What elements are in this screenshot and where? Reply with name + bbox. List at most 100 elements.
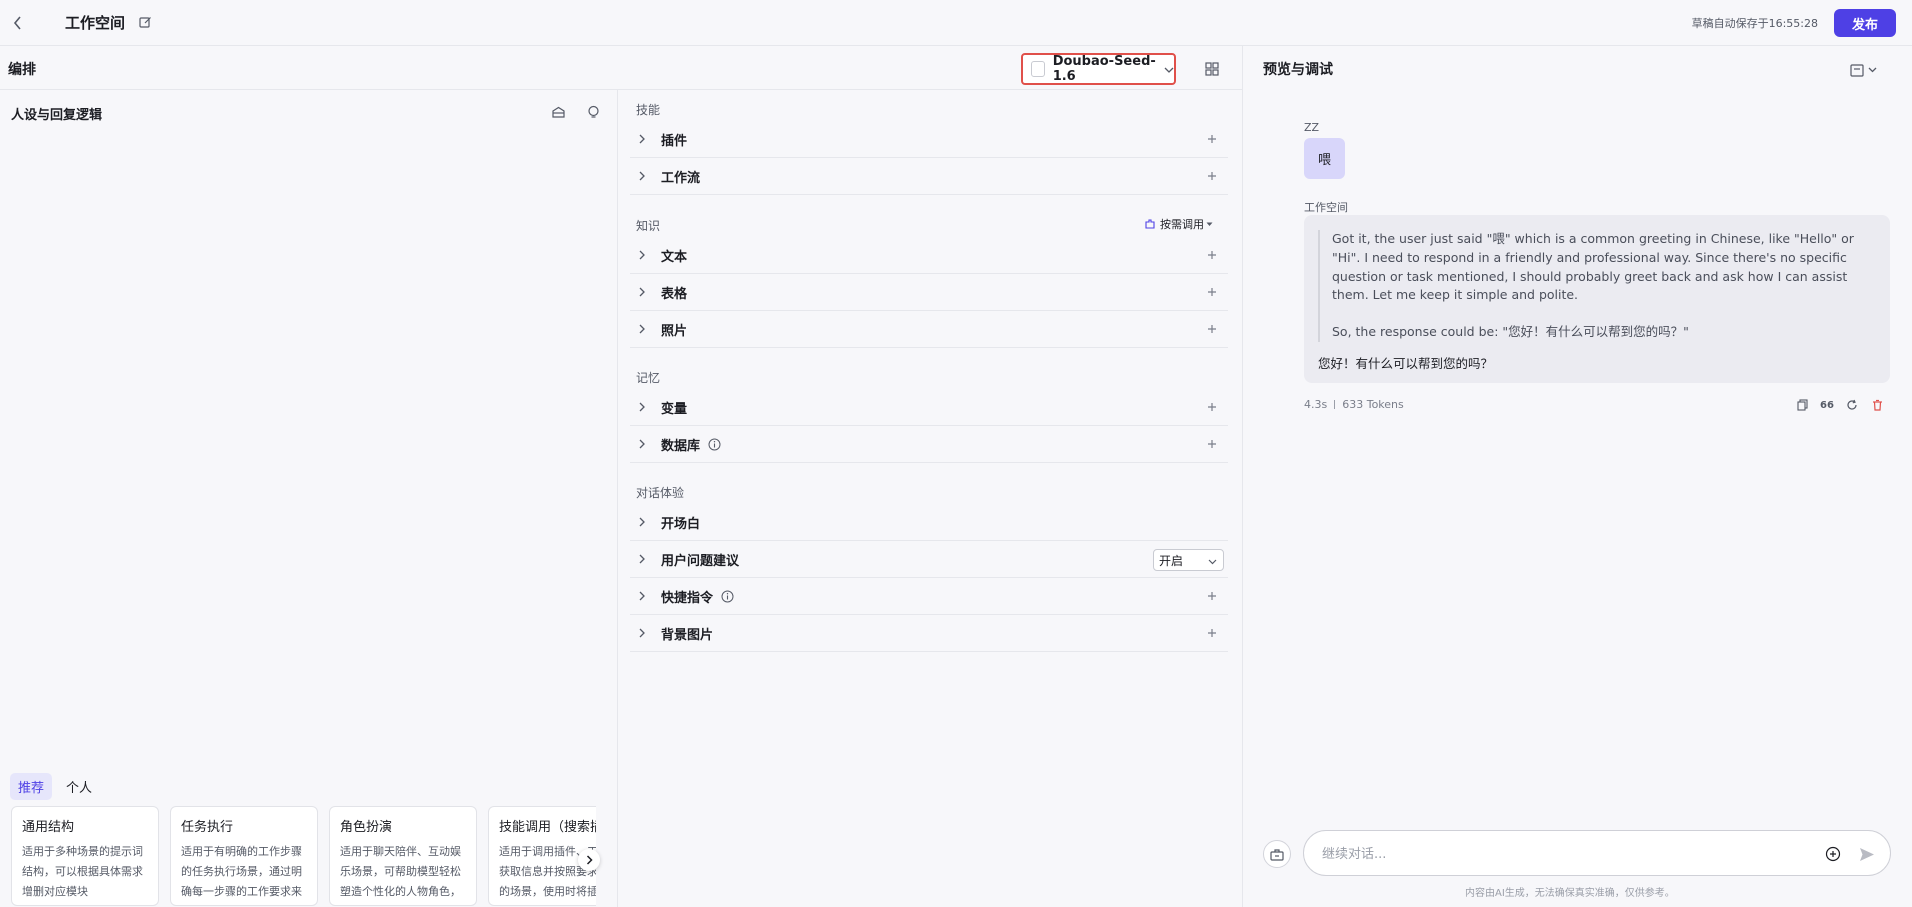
ai-disclaimer: 内容由AI生成，无法确保真实准确，仅供参考。 — [1465, 888, 1675, 899]
row-label: 快捷指令 — [661, 590, 714, 606]
autosave-status: 草稿自动保存于16:55:28 — [1691, 17, 1818, 30]
chevron-right-icon — [634, 588, 650, 604]
row-suggestion[interactable]: 用户问题建议 开启 — [630, 541, 1228, 578]
template-card-title: 角色扮演 — [340, 820, 393, 835]
send-icon[interactable] — [1857, 844, 1877, 864]
section-skill-label: 技能 — [636, 103, 661, 117]
model-name: Doubao-Seed-1.6 — [1052, 54, 1156, 84]
column-divider — [617, 90, 618, 907]
row-label: 文本 — [661, 249, 688, 265]
reasoning-block: Got it, the user just said "喂" which is … — [1318, 230, 1876, 342]
template-card[interactable]: 通用结构 适用于多种场景的提示词结构，可以根据具体需求增删对应模块 — [11, 806, 159, 906]
chevron-right-icon — [634, 247, 650, 263]
chat-input[interactable] — [1322, 843, 1772, 865]
back-arrow-icon[interactable] — [6, 11, 30, 35]
preview-options-dropdown[interactable] — [1850, 60, 1880, 80]
plus-icon[interactable] — [1204, 131, 1220, 147]
on-demand-dropdown[interactable]: 按需调用 — [1144, 216, 1213, 232]
copy-icon[interactable] — [1794, 397, 1810, 413]
bot-toolbox-icon[interactable] — [1263, 840, 1291, 868]
tab-personal[interactable]: 个人 — [58, 773, 100, 800]
plus-icon[interactable] — [1204, 168, 1220, 184]
template-card-title: 技能调用（搜索插件） — [499, 820, 596, 835]
chevron-down-icon — [1164, 62, 1174, 77]
publish-button[interactable]: 发布 — [1834, 9, 1896, 37]
delete-icon[interactable] — [1869, 397, 1885, 413]
caret-down-icon — [1206, 222, 1213, 226]
plus-icon[interactable] — [1204, 247, 1220, 263]
row-variable[interactable]: 变量 — [630, 389, 1228, 426]
row-database[interactable]: 数据库 — [630, 426, 1228, 463]
chevron-right-icon — [634, 625, 650, 641]
tab-recommended[interactable]: 推荐 — [10, 773, 53, 800]
section-chat-label: 对话体验 — [636, 486, 685, 500]
edit-icon[interactable] — [136, 13, 154, 31]
row-label: 开场白 — [661, 516, 701, 532]
plus-icon[interactable] — [1204, 284, 1220, 300]
row-label: 插件 — [661, 133, 688, 149]
panel-settings-icon — [1850, 63, 1864, 77]
template-card-title: 任务执行 — [181, 820, 234, 835]
bot-message-bubble: Got it, the user just said "喂" which is … — [1304, 215, 1890, 383]
plus-icon[interactable] — [1204, 321, 1220, 337]
row-label: 工作流 — [661, 170, 701, 186]
suggestion-select[interactable]: 开启 — [1153, 549, 1224, 571]
editor-title: 编排 — [8, 62, 36, 78]
plus-icon[interactable] — [1204, 399, 1220, 415]
row-photo[interactable]: 照片 — [630, 311, 1228, 348]
info-icon[interactable] — [720, 589, 734, 603]
row-label: 表格 — [661, 286, 688, 302]
model-selector[interactable]: Doubao-Seed-1.6 — [1021, 53, 1176, 85]
reasoning-text: So, the response could be: "您好！有什么可以帮到您的… — [1332, 324, 1689, 340]
bot-answer: 您好！有什么可以帮到您的吗？ — [1318, 356, 1494, 371]
model-checkbox[interactable] — [1031, 61, 1045, 77]
chevron-right-icon — [634, 399, 650, 415]
regenerate-icon[interactable] — [1844, 397, 1860, 413]
section-knowledge-label: 知识 — [636, 219, 661, 233]
row-shortcut[interactable]: 快捷指令 — [630, 578, 1228, 615]
info-icon[interactable] — [707, 437, 721, 451]
optimize-bulb-icon[interactable] — [583, 102, 603, 122]
row-label: 背景图片 — [661, 627, 714, 643]
plus-icon[interactable] — [1204, 588, 1220, 604]
message-meta: 4.3s 633 Tokens — [1304, 398, 1404, 411]
chevron-right-icon — [634, 514, 650, 530]
layout-grid-icon[interactable] — [1202, 59, 1222, 79]
preview-title: 预览与调试 — [1263, 62, 1333, 78]
row-table[interactable]: 表格 — [630, 274, 1228, 311]
template-card-title: 通用结构 — [22, 820, 75, 835]
section-memory-label: 记忆 — [636, 371, 661, 385]
bot-name: 工作空间 — [1304, 201, 1348, 214]
plus-icon[interactable] — [1204, 625, 1220, 641]
plus-icon[interactable] — [1204, 436, 1220, 452]
message-actions: 66 — [1794, 397, 1885, 413]
plus-circle-icon[interactable] — [1823, 844, 1843, 864]
template-card-desc: 适用于聊天陪伴、互动娱乐场景，可帮助模型轻松塑造个性化的人物角色，生动演绎 — [340, 845, 461, 898]
template-card[interactable]: 任务执行 适用于有明确的工作步骤的任务执行场景，通过明确每一步骤的工作要求来指导… — [170, 806, 318, 906]
row-label: 用户问题建议 — [661, 553, 740, 569]
row-opening[interactable]: 开场白 — [630, 504, 1228, 541]
row-workflow[interactable]: 工作流 — [630, 158, 1228, 195]
panel-divider — [1242, 46, 1243, 907]
suggestion-select-value: 开启 — [1159, 553, 1184, 568]
reasoning-text: Got it, the user just said "喂" which is … — [1332, 231, 1854, 303]
row-text[interactable]: 文本 — [630, 237, 1228, 274]
chevron-down-icon — [1868, 67, 1877, 73]
editor-header: 编排 Doubao-Seed-1.6 — [0, 46, 1242, 90]
template-card-desc: 适用于有明确的工作步骤的任务执行场景，通过明确每一步骤的工作要求来指导模型完成复… — [181, 845, 302, 898]
template-card[interactable]: 角色扮演 适用于聊天陪伴、互动娱乐场景，可帮助模型轻松塑造个性化的人物角色，生动… — [329, 806, 477, 906]
chevron-right-icon — [634, 131, 650, 147]
user-name: ZZ — [1304, 121, 1320, 134]
chevron-right-icon — [634, 436, 650, 452]
row-label: 数据库 — [661, 438, 701, 454]
user-message-bubble: 喂 — [1304, 138, 1345, 179]
row-label: 变量 — [661, 401, 688, 417]
prompt-library-icon[interactable] — [548, 102, 568, 122]
template-cards: 通用结构 适用于多种场景的提示词结构，可以根据具体需求增删对应模块 任务执行 适… — [11, 806, 596, 906]
row-background[interactable]: 背景图片 — [630, 615, 1228, 652]
row-plugin[interactable]: 插件 — [630, 121, 1228, 158]
quote-icon[interactable]: 66 — [1819, 397, 1835, 413]
chevron-right-icon[interactable] — [578, 849, 600, 871]
latency: 4.3s — [1304, 398, 1328, 411]
workspace-title: 工作空间 — [65, 14, 126, 32]
